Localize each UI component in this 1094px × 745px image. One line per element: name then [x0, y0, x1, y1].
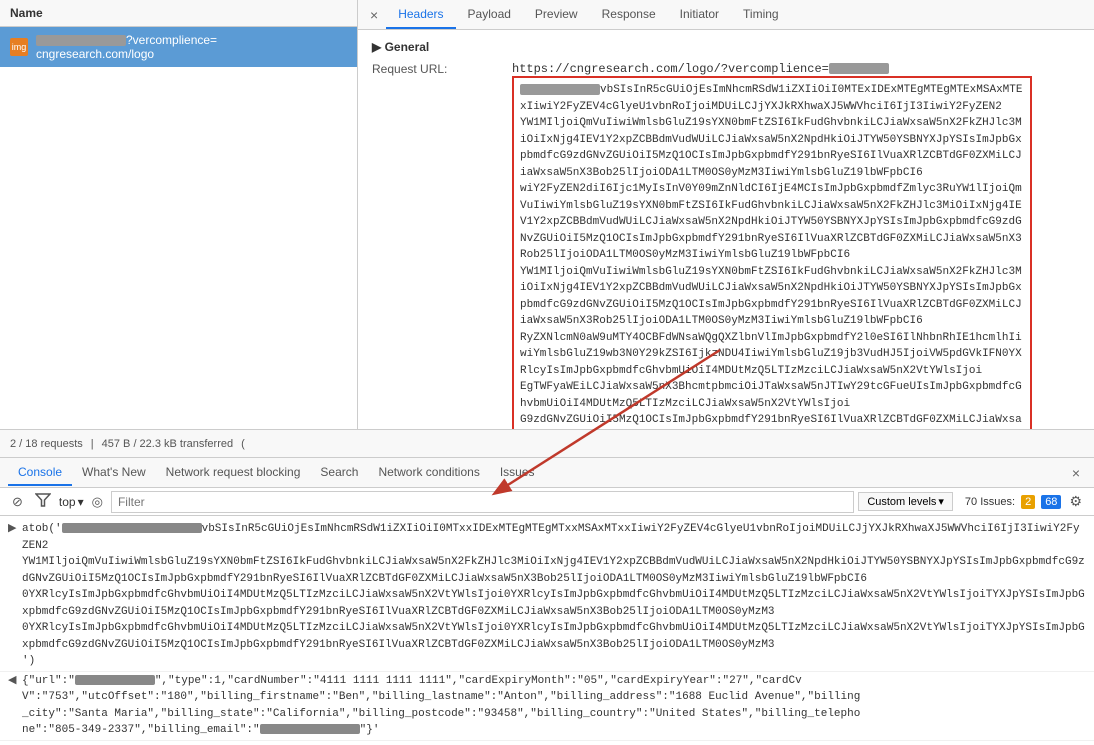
- issues-count: 70 Issues: 2 68: [965, 495, 1062, 509]
- name-column-header: Name: [0, 0, 357, 27]
- tab-response[interactable]: Response: [590, 1, 668, 29]
- headers-content: ▶ General Request URL: https://cngresear…: [358, 30, 1094, 429]
- expand-icon-1[interactable]: ▶: [8, 521, 18, 538]
- network-left-pane: Name img ?vercomplience= cngresearch.com…: [0, 0, 358, 429]
- bottom-panel-close-button[interactable]: ×: [1066, 465, 1086, 481]
- top-label: top: [59, 495, 76, 509]
- network-status-bar: 2 / 18 requests | 457 B / 22.3 kB transf…: [0, 430, 1094, 458]
- transferred-size: 457 B / 22.3 kB transferred: [102, 438, 233, 450]
- bottom-tab-whats-new[interactable]: What's New: [72, 460, 156, 486]
- console-output: ▶ atob('vbSIsInR5cGUiOjEsImNhcmRSdW1iZXI…: [0, 516, 1094, 745]
- network-item[interactable]: img ?vercomplience= cngresearch.com/logo: [0, 27, 357, 67]
- detail-close-button[interactable]: ×: [362, 3, 386, 27]
- console-text-2: {"url":"","type":1,"cardNumber":"4111 11…: [22, 673, 1086, 739]
- top-arrow-icon: ▾: [78, 495, 84, 509]
- request-url-short: https://cngresearch.com/logo/?vercomplie…: [512, 62, 1080, 76]
- tab-headers[interactable]: Headers: [386, 1, 455, 29]
- console-line-1: ▶ atob('vbSIsInR5cGUiOjEsImNhcmRSdW1iZXI…: [0, 520, 1094, 672]
- general-section-title: ▶ General: [372, 40, 1080, 54]
- bottom-panel: Console What's New Network request block…: [0, 458, 1094, 745]
- request-url-row: Request URL: https://cngresearch.com/log…: [372, 62, 1080, 429]
- blue-badge: 68: [1041, 495, 1061, 509]
- custom-levels-button[interactable]: Custom levels ▾: [858, 492, 953, 511]
- orange-badge: 2: [1021, 495, 1035, 509]
- console-toolbar: ⊘ top ▾ ◎ Custom levels ▾ 70 Issues: 2 6…: [0, 488, 1094, 516]
- console-text-1: atob('vbSIsInR5cGUiOjEsImNhcmRSdW1iZXIiO…: [22, 521, 1086, 670]
- bottom-tab-network-blocking[interactable]: Network request blocking: [156, 460, 311, 486]
- extra-info: (: [241, 438, 245, 450]
- bottom-tab-network-conditions[interactable]: Network conditions: [368, 460, 489, 486]
- tab-initiator[interactable]: Initiator: [668, 1, 731, 29]
- bottom-tab-search[interactable]: Search: [310, 460, 368, 486]
- detail-tabs-bar: × Headers Payload Preview Response Initi…: [358, 0, 1094, 30]
- detail-pane: × Headers Payload Preview Response Initi…: [358, 0, 1094, 429]
- expand-icon-2[interactable]: ◀: [8, 673, 18, 690]
- console-clear-button[interactable]: ⊘: [8, 492, 27, 512]
- bottom-tab-issues[interactable]: Issues: [490, 460, 545, 486]
- console-line-2: ◀ {"url":"","type":1,"cardNumber":"4111 …: [0, 672, 1094, 741]
- show-live-expressions-button[interactable]: ◎: [88, 492, 107, 512]
- item-icon: img: [10, 38, 28, 56]
- console-settings-button[interactable]: ⚙: [1065, 493, 1086, 510]
- console-filter-icon[interactable]: [31, 490, 55, 513]
- requests-count: 2 / 18 requests: [10, 438, 83, 450]
- tab-payload[interactable]: Payload: [456, 1, 523, 29]
- tab-timing[interactable]: Timing: [731, 1, 791, 29]
- top-context-selector[interactable]: top ▾: [59, 495, 84, 509]
- request-url-value: https://cngresearch.com/logo/?vercomplie…: [512, 62, 1080, 429]
- request-url-long-box: vbSIsInR5cGUiOjEsImNhcmRSdW1iZXIiOiI0MTE…: [512, 76, 1032, 429]
- bottom-tabs-bar: Console What's New Network request block…: [0, 458, 1094, 488]
- console-filter-input[interactable]: [111, 491, 854, 513]
- tab-preview[interactable]: Preview: [523, 1, 590, 29]
- item-url: ?vercomplience= cngresearch.com/logo: [36, 33, 217, 61]
- request-url-label: Request URL:: [372, 62, 512, 76]
- bottom-tab-console[interactable]: Console: [8, 460, 72, 486]
